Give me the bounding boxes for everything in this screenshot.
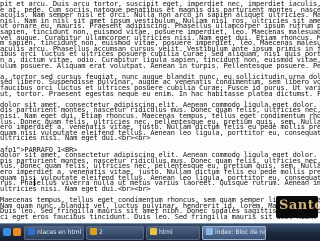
- taskbar-button-label: 2: [99, 229, 103, 236]
- window-icon: [90, 228, 97, 235]
- window-icon: [206, 228, 213, 235]
- text-cursor: [34, 178, 41, 186]
- logo-text: Santo: [279, 198, 320, 213]
- watermark-logo: Santo: [276, 196, 320, 218]
- taskbar-button-label: index: Bloc de notas: [215, 229, 265, 236]
- taskbar: nlaces en html - W... 2 html index: Bloc de…: [0, 223, 320, 241]
- taskbar-button[interactable]: html: [146, 226, 200, 240]
- taskbar-button[interactable]: nlaces en html - W...: [24, 226, 84, 240]
- taskbar-button[interactable]: 2: [86, 226, 144, 240]
- window-icon: [150, 228, 157, 235]
- taskbar-button[interactable]: index: Bloc de notas: [202, 226, 266, 240]
- taskbar-button-label: nlaces en html - W...: [37, 229, 83, 236]
- media-icon[interactable]: [13, 228, 21, 236]
- taskbar-button-label: html: [159, 229, 173, 236]
- window-icon: [28, 228, 35, 235]
- notepad-text-area[interactable]: ci eget eros faucibus tincidunt. Duis le…: [0, 0, 320, 223]
- ie-icon[interactable]: [3, 228, 11, 236]
- text-line: pit et arcu. Duis arcu tortor, suscipit …: [0, 0, 320, 8]
